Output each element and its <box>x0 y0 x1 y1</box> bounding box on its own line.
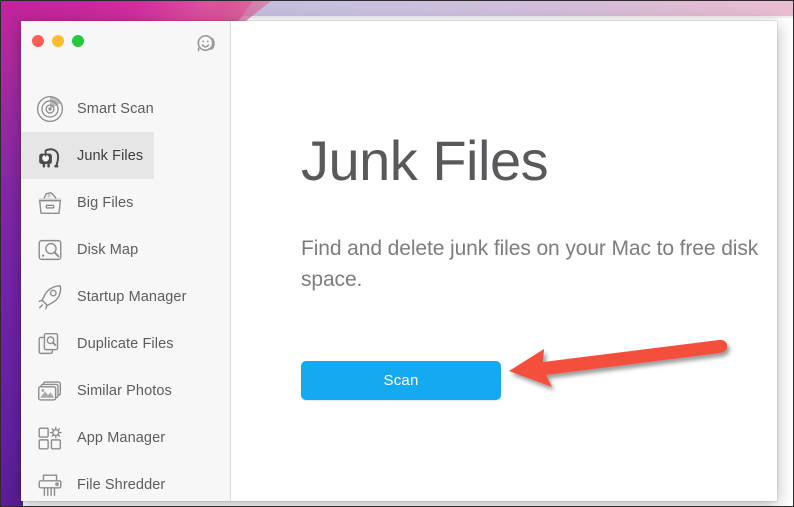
zoom-button[interactable] <box>72 35 84 47</box>
sidebar-nav: Smart Scan Junk Files Big Files Disk Map… <box>21 85 230 501</box>
rocket-icon <box>33 280 67 314</box>
sidebar-item-app-manager[interactable]: App Manager <box>21 414 230 461</box>
sidebar-item-smart-scan[interactable]: Smart Scan <box>21 85 230 132</box>
sidebar-item-label: App Manager <box>77 429 166 446</box>
sidebar-item-label: Similar Photos <box>77 382 172 399</box>
disk-magnifier-icon <box>33 233 67 267</box>
sidebar-item-label: Disk Map <box>77 241 139 258</box>
sidebar-item-junk-files[interactable]: Junk Files <box>21 132 154 179</box>
vacuum-icon <box>33 139 67 173</box>
sidebar-item-label: Big Files <box>77 194 134 211</box>
page-description: Find and delete junk files on your Mac t… <box>301 237 759 291</box>
apps-gear-icon <box>33 421 67 455</box>
screenshot-root: Smart Scan Junk Files Big Files Disk Map… <box>0 0 794 507</box>
sidebar-item-label: Junk Files <box>77 147 144 164</box>
app-window: Smart Scan Junk Files Big Files Disk Map… <box>21 21 777 501</box>
wallpaper-purple-strip <box>1 1 23 506</box>
sidebar-item-file-shredder[interactable]: File Shredder <box>21 461 230 501</box>
scan-button[interactable]: Scan <box>301 361 501 400</box>
sidebar: Smart Scan Junk Files Big Files Disk Map… <box>21 21 231 501</box>
main-content: Junk Files Find and delete junk files on… <box>231 21 777 501</box>
sidebar-item-duplicate-files[interactable]: Duplicate Files <box>21 320 230 367</box>
window-titlebar <box>21 21 230 65</box>
sidebar-item-label: Duplicate Files <box>77 335 174 352</box>
sidebar-item-label: Startup Manager <box>77 288 187 305</box>
photos-stack-icon <box>33 374 67 408</box>
traffic-light-group <box>32 35 84 47</box>
sidebar-item-big-files[interactable]: Big Files <box>21 179 230 226</box>
sidebar-item-label: Smart Scan <box>77 100 154 117</box>
smiley-headset-icon[interactable] <box>194 32 218 56</box>
page-title: Junk Files <box>301 129 549 192</box>
sidebar-item-label: File Shredder <box>77 476 166 493</box>
shredder-icon <box>33 468 67 502</box>
copies-search-icon <box>33 327 67 361</box>
storage-box-icon <box>33 186 67 220</box>
sidebar-item-startup-manager[interactable]: Startup Manager <box>21 273 230 320</box>
sidebar-item-disk-map[interactable]: Disk Map <box>21 226 230 273</box>
close-button[interactable] <box>32 35 44 47</box>
minimize-button[interactable] <box>52 35 64 47</box>
sidebar-item-similar-photos[interactable]: Similar Photos <box>21 367 230 414</box>
radar-icon <box>33 92 67 126</box>
